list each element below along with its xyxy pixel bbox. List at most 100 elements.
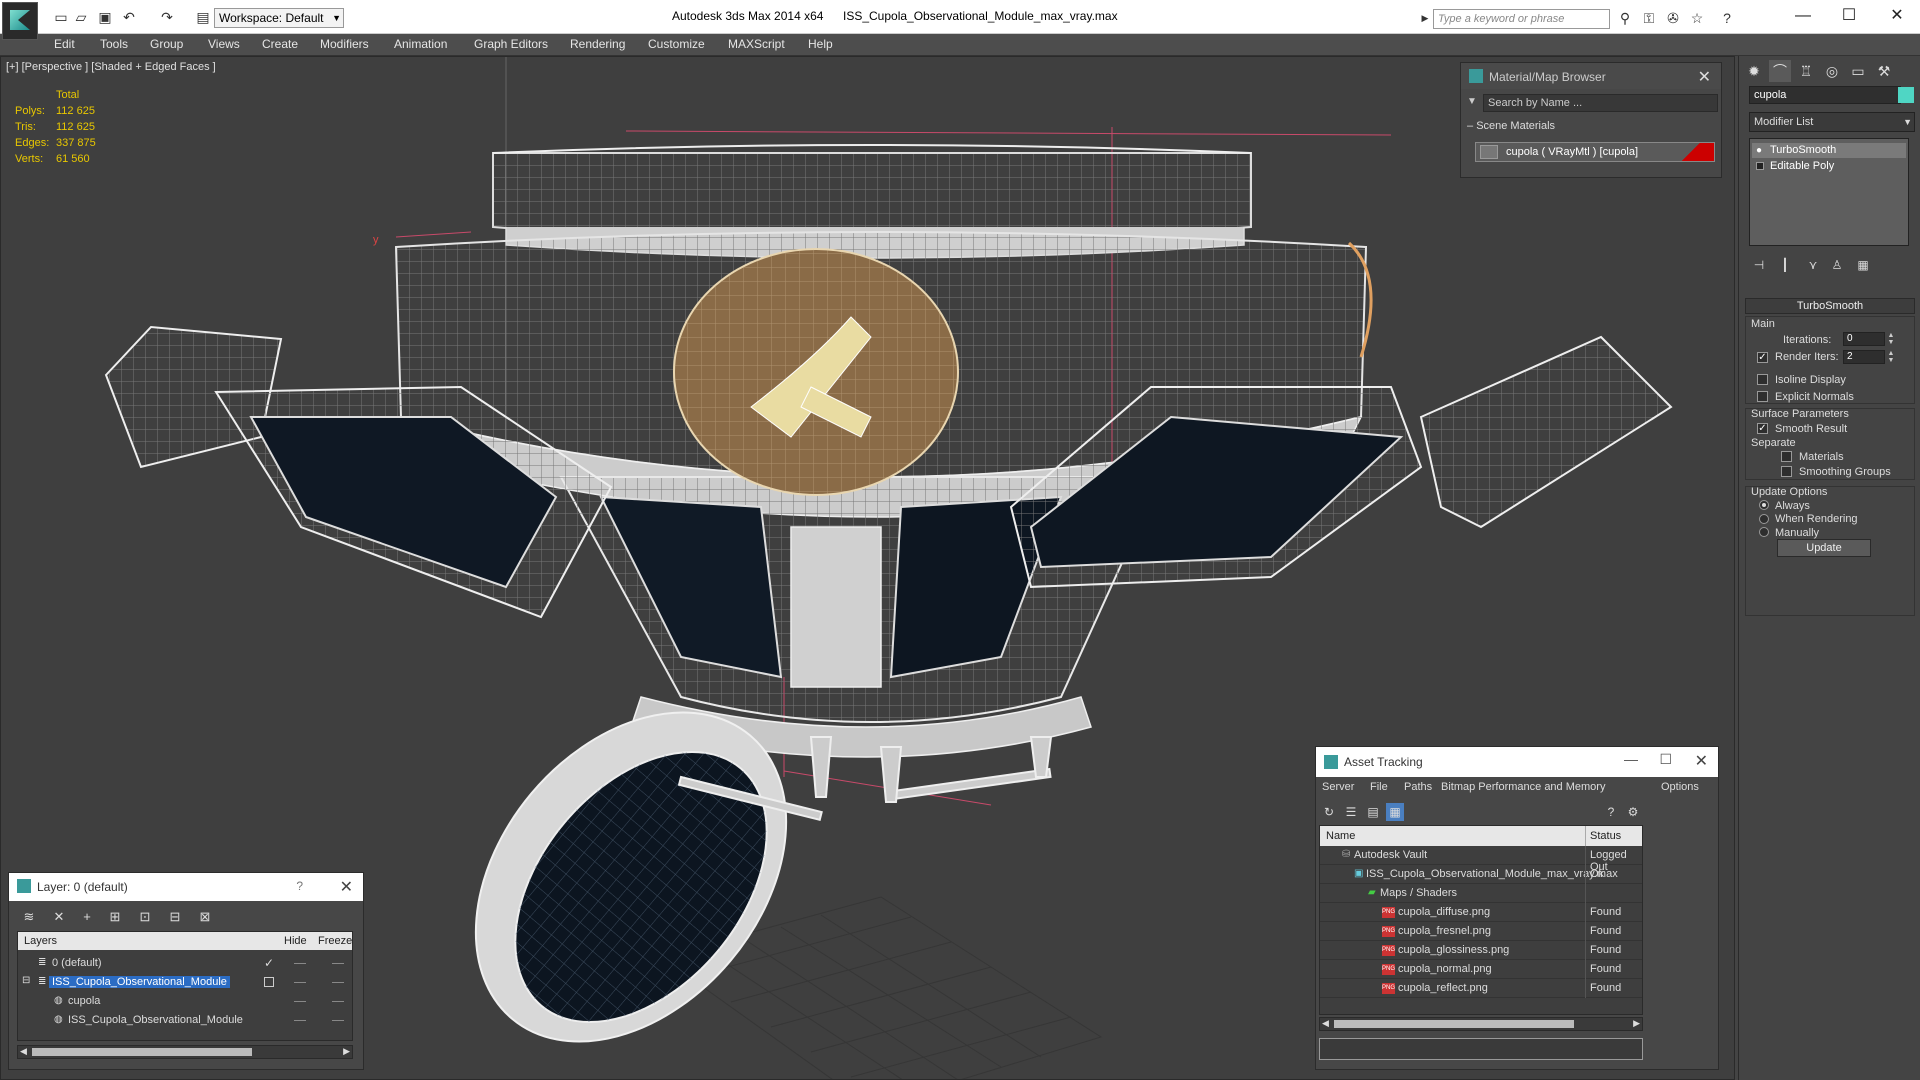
hierarchy-tab-icon[interactable]: ♖ bbox=[1795, 60, 1817, 82]
explicit-normals-checkbox[interactable] bbox=[1757, 391, 1768, 402]
select-objects-icon[interactable]: ⊡ bbox=[135, 907, 155, 927]
column-header-freeze[interactable]: Freeze bbox=[318, 935, 352, 947]
active-layer-check-icon[interactable]: ✓ bbox=[264, 956, 274, 970]
new-file-icon[interactable]: ▭ bbox=[52, 9, 70, 25]
show-end-result-icon[interactable]: ┃ bbox=[1775, 256, 1795, 274]
open-file-icon[interactable]: ▱ bbox=[72, 9, 90, 25]
hide-toggle[interactable] bbox=[294, 963, 306, 964]
maximize-button[interactable]: ☐ bbox=[1659, 751, 1672, 768]
binoculars-icon[interactable]: ⚲ bbox=[1616, 10, 1634, 26]
configure-sets-icon[interactable]: ▦ bbox=[1853, 256, 1873, 274]
app-logo-icon[interactable] bbox=[2, 2, 38, 40]
stack-item-turbosmooth[interactable]: ● TurboSmooth bbox=[1752, 143, 1906, 158]
always-radio[interactable] bbox=[1759, 500, 1769, 510]
scroll-left-icon[interactable]: ◀ bbox=[1322, 1018, 1329, 1029]
horizontal-scrollbar[interactable]: ◀ ▶ bbox=[17, 1045, 353, 1059]
material-item-cupola[interactable]: cupola ( VRayMtl ) [cupola] bbox=[1475, 142, 1715, 162]
column-header-hide[interactable]: Hide bbox=[284, 935, 307, 947]
menu-animation[interactable]: Animation bbox=[394, 37, 447, 51]
lightbulb-icon[interactable]: ● bbox=[1756, 143, 1762, 158]
favorites-star-icon[interactable]: ☆ bbox=[1688, 10, 1706, 26]
menu-tools[interactable]: Tools bbox=[100, 37, 128, 51]
menu-help[interactable]: Help bbox=[808, 37, 833, 51]
utilities-tab-icon[interactable]: ⚒ bbox=[1873, 60, 1895, 82]
project-folder-icon[interactable]: ▤ bbox=[194, 9, 212, 25]
list-item[interactable]: ◍ cupola bbox=[18, 992, 352, 1011]
close-button[interactable]: ✕ bbox=[1882, 6, 1912, 26]
freeze-toggle[interactable] bbox=[332, 1001, 344, 1002]
layer-sort-icon[interactable]: ≋ bbox=[19, 907, 39, 927]
add-to-layer-icon[interactable]: ⊞ bbox=[105, 907, 125, 927]
asset-menu-paths[interactable]: Paths bbox=[1404, 781, 1432, 793]
list-view-icon[interactable]: ☰ bbox=[1342, 803, 1360, 821]
iterations-spinner[interactable]: 0 bbox=[1843, 332, 1885, 346]
minimize-button[interactable]: — bbox=[1624, 751, 1638, 767]
turbosmooth-rollout-header[interactable]: TurboSmooth bbox=[1745, 298, 1915, 314]
render-iters-checkbox[interactable]: ✓ bbox=[1757, 352, 1768, 363]
asset-tracking-header[interactable]: Asset Tracking — ☐ ✕ bbox=[1316, 747, 1718, 777]
smooth-result-checkbox[interactable]: ✓ bbox=[1757, 423, 1768, 434]
keyword-search-input[interactable]: Type a keyword or phrase bbox=[1433, 9, 1610, 29]
list-item[interactable]: ⊟ ≣ ISS_Cupola_Observational_Module bbox=[18, 973, 352, 992]
table-row[interactable]: ⛁ Autodesk Vault Logged Out bbox=[1320, 846, 1642, 873]
save-icon[interactable]: ▣ bbox=[96, 9, 114, 25]
hide-toggle[interactable] bbox=[294, 982, 306, 983]
column-header-layers[interactable]: Layers bbox=[24, 935, 57, 947]
render-iters-spinner[interactable]: 2 bbox=[1843, 350, 1885, 364]
menu-views[interactable]: Views bbox=[208, 37, 240, 51]
asset-menu-bitmap-performance[interactable]: Bitmap Performance and Memory bbox=[1441, 781, 1605, 793]
freeze-toggle[interactable] bbox=[332, 1020, 344, 1021]
motion-tab-icon[interactable]: ◎ bbox=[1821, 60, 1843, 82]
table-row[interactable]: PNG cupola_fresnel.png Found bbox=[1320, 922, 1642, 941]
when-rendering-radio[interactable] bbox=[1759, 514, 1769, 524]
remove-modifier-icon[interactable]: ♙ bbox=[1827, 256, 1847, 274]
object-name-field[interactable]: cupola bbox=[1749, 86, 1901, 104]
hide-all-icon[interactable]: ⊠ bbox=[195, 907, 215, 927]
communication-center-icon[interactable]: ✇ bbox=[1664, 10, 1682, 26]
close-icon[interactable]: ✕ bbox=[1698, 67, 1711, 87]
list-item[interactable]: ◍ ISS_Cupola_Observational_Module bbox=[18, 1011, 352, 1030]
scroll-right-icon[interactable]: ▶ bbox=[343, 1046, 350, 1057]
make-active-icon[interactable] bbox=[264, 977, 274, 987]
material-search-input[interactable]: Search by Name ... bbox=[1483, 94, 1718, 112]
stack-item-editable-poly[interactable]: Editable Poly bbox=[1752, 159, 1906, 174]
close-icon[interactable]: ✕ bbox=[340, 877, 353, 897]
create-tab-icon[interactable]: ✹ bbox=[1743, 60, 1765, 82]
object-color-swatch[interactable] bbox=[1898, 87, 1914, 103]
menu-edit[interactable]: Edit bbox=[54, 37, 75, 51]
smoothing-groups-checkbox[interactable] bbox=[1781, 466, 1792, 477]
hide-toggle[interactable] bbox=[294, 1001, 306, 1002]
scroll-left-icon[interactable]: ◀ bbox=[20, 1046, 27, 1057]
hide-toggle[interactable] bbox=[294, 1020, 306, 1021]
table-row[interactable]: PNG cupola_normal.png Found bbox=[1320, 960, 1642, 979]
table-row[interactable]: PNG cupola_diffuse.png Found bbox=[1320, 903, 1642, 922]
settings-icon[interactable]: ⚙ bbox=[1624, 803, 1642, 821]
table-row[interactable]: PNG cupola_reflect.png Found bbox=[1320, 979, 1642, 998]
modify-tab-icon[interactable]: ⌒ bbox=[1769, 60, 1791, 82]
freeze-toggle[interactable] bbox=[332, 963, 344, 964]
menu-create[interactable]: Create bbox=[262, 37, 298, 51]
material-browser-header[interactable]: Material/Map Browser ✕ bbox=[1461, 63, 1721, 89]
subscription-icon[interactable]: ⚿ bbox=[1640, 10, 1658, 26]
asset-menu-file[interactable]: File bbox=[1370, 781, 1388, 793]
menu-customize[interactable]: Customize bbox=[648, 37, 705, 51]
spinner-arrows-icon[interactable]: ▲ ▼ bbox=[1887, 332, 1895, 346]
spinner-arrows-icon[interactable]: ▲ ▼ bbox=[1887, 350, 1895, 364]
column-header-name[interactable]: Name bbox=[1326, 830, 1355, 842]
pin-stack-icon[interactable]: ⊣ bbox=[1749, 256, 1769, 274]
table-row[interactable]: ▣ ISS_Cupola_Observational_Module_max_vr… bbox=[1320, 865, 1642, 884]
menu-graph-editors[interactable]: Graph Editors bbox=[474, 37, 548, 51]
column-header-status[interactable]: Status bbox=[1590, 830, 1621, 842]
maximize-button[interactable]: ☐ bbox=[1834, 6, 1864, 26]
manually-radio[interactable] bbox=[1759, 527, 1769, 537]
materials-checkbox[interactable] bbox=[1781, 451, 1792, 462]
scene-materials-group[interactable]: – Scene Materials bbox=[1467, 120, 1711, 132]
scroll-right-icon[interactable]: ▶ bbox=[1633, 1018, 1640, 1029]
help-icon[interactable]: ? bbox=[1602, 803, 1620, 821]
undo-icon[interactable]: ↶ bbox=[120, 9, 138, 25]
asset-status-field[interactable] bbox=[1319, 1038, 1643, 1060]
menu-group[interactable]: Group bbox=[150, 37, 183, 51]
scroll-thumb[interactable] bbox=[32, 1048, 252, 1056]
display-tab-icon[interactable]: ▭ bbox=[1847, 60, 1869, 82]
viewport-label[interactable]: [+] [Perspective ] [Shaded + Edged Faces… bbox=[6, 61, 216, 73]
